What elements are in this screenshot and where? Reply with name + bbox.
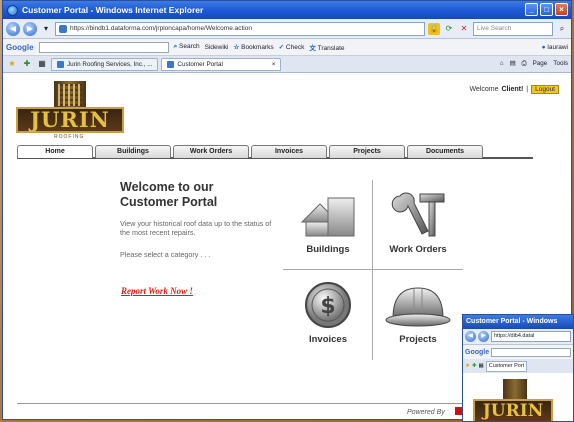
- tab-invoices[interactable]: Invoices: [251, 145, 327, 158]
- svg-text:$: $: [320, 294, 335, 319]
- jurin-logo[interactable]: JURIN ROOFING: [16, 81, 124, 143]
- dropdown-arrow-icon[interactable]: ▾: [40, 23, 52, 35]
- category-work-orders[interactable]: Work Orders: [373, 190, 463, 280]
- logout-button[interactable]: Logout: [531, 85, 559, 94]
- category-label: Work Orders: [389, 244, 447, 255]
- toolbar-sidewiki[interactable]: Sidewiki: [205, 44, 229, 51]
- welcome-name: Client!: [501, 86, 524, 93]
- close-button[interactable]: ×: [555, 3, 568, 16]
- category-grid: Buildings Work Orders $ Invoices Project…: [283, 180, 463, 360]
- second-address-bar: ◀ ▶ https://dib4.datal: [463, 329, 573, 345]
- dollar-coin-icon: $: [305, 282, 351, 328]
- feeds-icon[interactable]: ▤: [510, 60, 516, 68]
- window-title: Customer Portal - Windows Internet Explo…: [22, 5, 204, 15]
- building-logo-icon: [54, 81, 86, 109]
- page-title: Welcome to our Customer Portal: [120, 180, 218, 209]
- favorites-star-icon[interactable]: ★: [6, 58, 18, 70]
- tab-documents[interactable]: Documents: [407, 145, 483, 158]
- browser-tab-customer-portal[interactable]: Customer Portal ×: [161, 57, 282, 71]
- add-favorites-icon[interactable]: ✚: [472, 363, 477, 369]
- welcome-prefix: Welcome: [469, 86, 499, 93]
- lock-icon[interactable]: 🔒: [428, 22, 440, 35]
- browser-tab-bar: ★ ✚ ▦ Jurin Roofing Services, Inc., ... …: [3, 56, 571, 73]
- separator: |: [526, 86, 529, 93]
- tab-projects[interactable]: Projects: [329, 145, 405, 158]
- tab-home[interactable]: Home: [17, 145, 93, 158]
- toolbar-translate[interactable]: 文 Translate: [309, 42, 344, 52]
- report-work-link[interactable]: Report Work Now !: [121, 286, 193, 296]
- logo-text: JURIN: [473, 399, 553, 421]
- add-favorites-icon[interactable]: ✚: [21, 58, 33, 70]
- category-label: Projects: [399, 334, 437, 345]
- page-favicon-icon: [57, 60, 64, 68]
- second-ie-window[interactable]: Customer Portal - Windows ◀ ▶ https://di…: [462, 314, 574, 422]
- forward-arrow-icon[interactable]: ▶: [23, 21, 37, 36]
- hard-hat-icon: [385, 287, 451, 327]
- google-search-input[interactable]: [491, 347, 571, 357]
- second-browser-tab[interactable]: Customer Port: [485, 360, 528, 372]
- second-google-toolbar: Google: [463, 345, 573, 359]
- print-icon[interactable]: ⎙: [522, 60, 527, 68]
- category-invoices[interactable]: $ Invoices: [283, 280, 373, 370]
- intro-section: Welcome to our Customer Portal View your …: [120, 180, 280, 259]
- google-logo: Google: [465, 348, 490, 356]
- category-buildings[interactable]: Buildings: [283, 190, 373, 280]
- second-window-title: Customer Portal - Windows: [463, 315, 573, 329]
- search-icon[interactable]: ⌕: [556, 23, 568, 35]
- home-icon[interactable]: ⌂: [500, 60, 504, 68]
- page-favicon-icon: [167, 60, 175, 68]
- page-menu[interactable]: Page: [533, 60, 548, 68]
- minimize-button[interactable]: _: [525, 3, 538, 16]
- buildings-icon: [300, 197, 355, 237]
- google-search-input[interactable]: [38, 41, 169, 53]
- google-toolbar: Google ⌕ Search Sidewiki ☆ Bookmarks ✓ C…: [3, 39, 571, 56]
- welcome-bar: Welcome Client! | Logout: [469, 85, 559, 94]
- tools-menu[interactable]: Tools: [553, 60, 568, 68]
- intro-description: View your historical roof data up to the…: [120, 219, 272, 237]
- second-url-field[interactable]: https://dib4.datal: [491, 331, 571, 342]
- toolbar-bookmarks[interactable]: ☆ Bookmarks: [233, 43, 273, 51]
- stop-icon[interactable]: ✕: [458, 23, 470, 35]
- search-input[interactable]: Live Search: [473, 21, 553, 36]
- maximize-button[interactable]: □: [540, 3, 553, 16]
- url-field[interactable]: https://bindb1.dataforma.com/jrploncapa/…: [55, 21, 425, 36]
- category-label: Invoices: [308, 334, 348, 345]
- second-page-content: JURIN: [463, 373, 573, 421]
- powered-by: Powered By: [407, 409, 445, 416]
- title-bar: Customer Portal - Windows Internet Explo…: [3, 1, 571, 19]
- tab-buildings[interactable]: Buildings: [95, 145, 171, 158]
- category-projects[interactable]: Projects: [373, 280, 463, 370]
- back-arrow-icon[interactable]: ◀: [6, 21, 20, 36]
- second-tab-bar: ★ ✚ ▦ Customer Port: [463, 359, 573, 373]
- browser-tab-jurin[interactable]: Jurin Roofing Services, Inc., ...: [51, 57, 159, 71]
- toolbar-check[interactable]: ✓ Check: [279, 43, 305, 51]
- tab-work-orders[interactable]: Work Orders: [173, 145, 249, 158]
- address-bar: ◀ ▶ ▾ https://bindb1.dataforma.com/jrplo…: [3, 19, 571, 39]
- ie-logo-icon: [7, 4, 18, 16]
- building-logo-icon: [503, 379, 527, 401]
- quick-tabs-icon[interactable]: ▦: [36, 58, 48, 70]
- forward-arrow-icon[interactable]: ▶: [478, 331, 489, 342]
- main-nav: Home Buildings Work Orders Invoices Proj…: [17, 145, 533, 159]
- category-prompt: Please select a category . . .: [120, 250, 211, 259]
- jurin-logo[interactable]: JURIN: [473, 379, 553, 421]
- back-arrow-icon[interactable]: ◀: [465, 331, 476, 342]
- toolbar-search[interactable]: ⌕ Search: [174, 43, 200, 51]
- refresh-icon[interactable]: ⟳: [443, 23, 455, 35]
- close-tab-icon[interactable]: ×: [272, 59, 276, 70]
- toolbar-user[interactable]: ● laurawi: [542, 44, 568, 51]
- favorites-star-icon[interactable]: ★: [465, 363, 470, 369]
- quick-tabs-icon[interactable]: ▦: [479, 363, 484, 369]
- logo-subtext: ROOFING: [54, 134, 85, 140]
- google-logo: Google: [6, 42, 34, 52]
- tools-icon: [391, 192, 445, 237]
- category-label: Buildings: [306, 244, 350, 255]
- logo-text: JURIN: [16, 107, 124, 133]
